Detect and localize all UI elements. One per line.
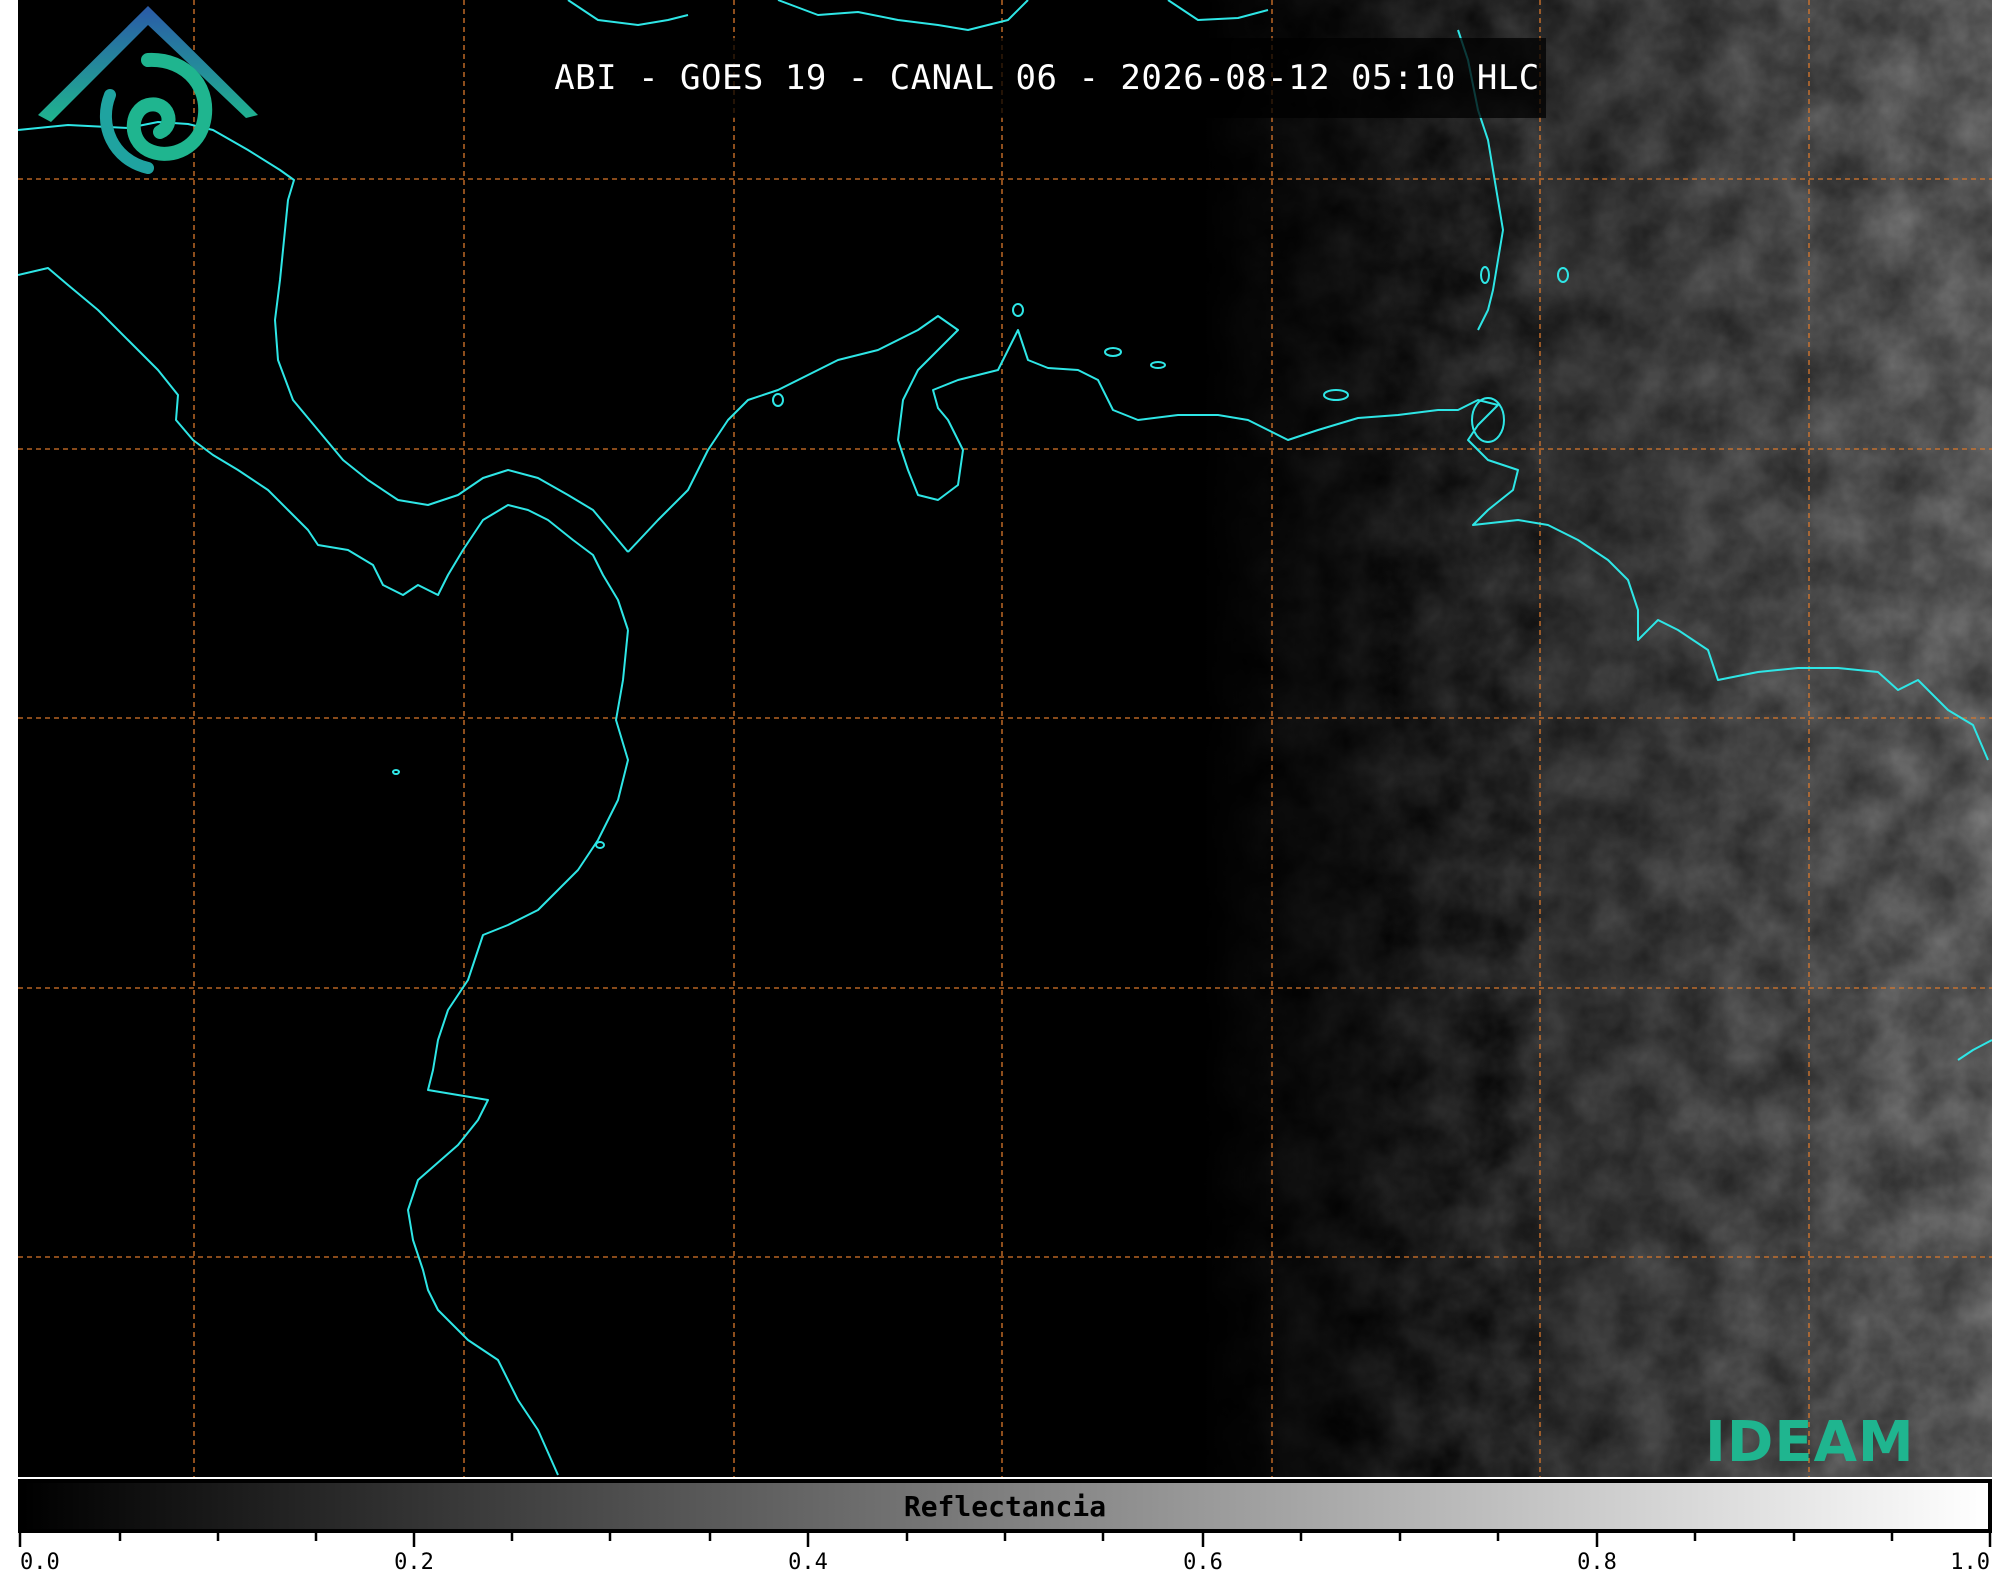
tick-label: 0.2 [394, 1550, 434, 1575]
tick-label: 0.0 [20, 1550, 60, 1575]
map-canvas [18, 0, 1992, 1477]
colorbar-label: Reflectancia [903, 1489, 1107, 1523]
terminator-band [1540, 0, 1992, 1477]
tick-label: 1.0 [1950, 1550, 1990, 1575]
title-banner: ABI - GOES 19 - CANAL 06 - 2026-08-12 05… [548, 38, 1546, 118]
map-title: ABI - GOES 19 - CANAL 06 - 2026-08-12 05… [554, 58, 1540, 98]
colorbar: Reflectancia [18, 1479, 1992, 1533]
tick-label: 0.4 [788, 1550, 828, 1575]
tick-label: 0.6 [1183, 1550, 1223, 1575]
swirl-outer [126, 52, 213, 161]
logo-text: IDEAM [1705, 1410, 1915, 1475]
colorbar-ticks: 0.0 0.2 0.4 0.6 0.8 1.0 [0, 1533, 2011, 1577]
tick-label: 0.8 [1577, 1550, 1617, 1575]
tick-marks [18, 1533, 1992, 1547]
satellite-map[interactable]: ABI - GOES 19 - CANAL 06 - 2026-08-12 05… [18, 0, 1992, 1477]
ideam-logo-icon [38, 6, 258, 174]
